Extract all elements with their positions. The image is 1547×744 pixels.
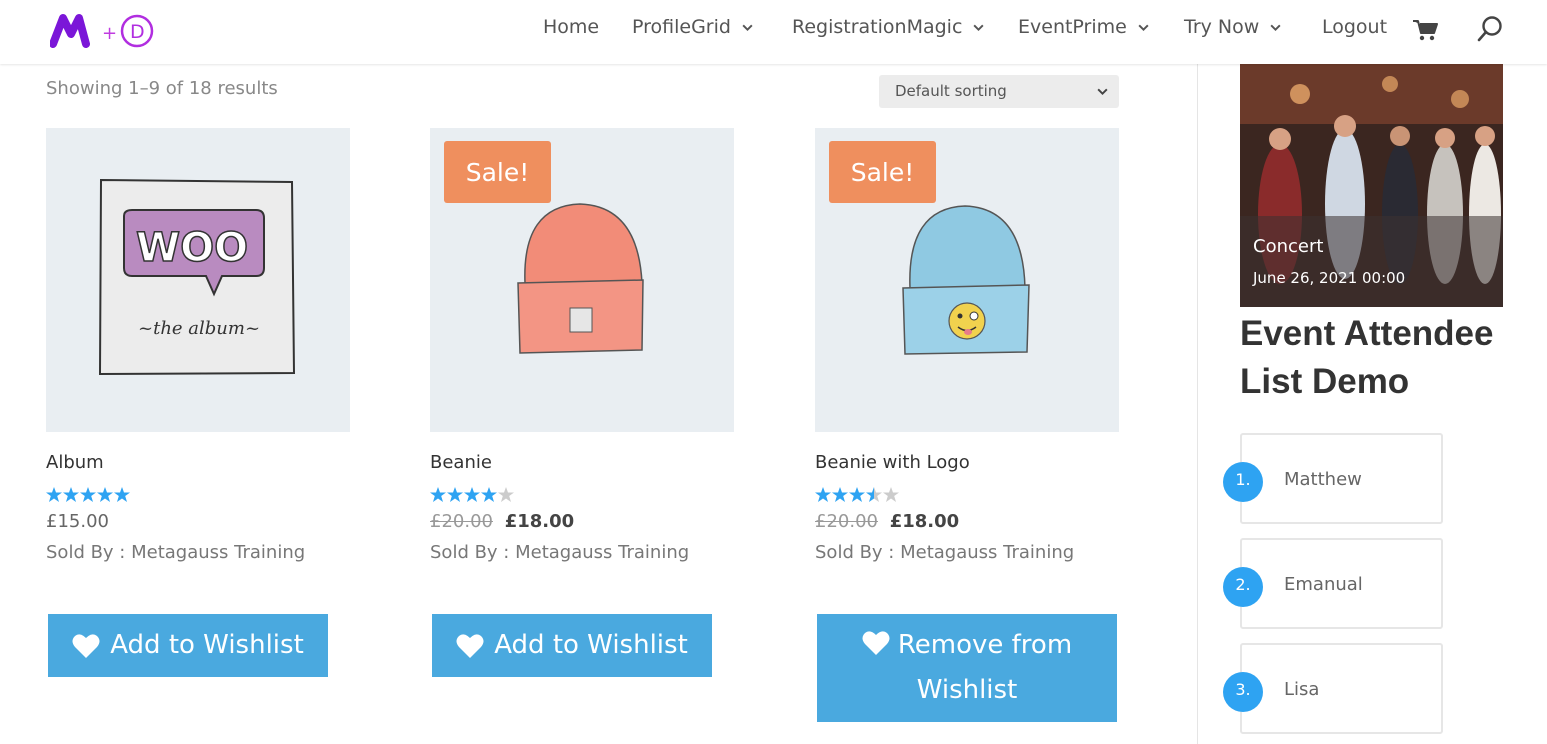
product-title[interactable]: Beanie (430, 452, 734, 473)
product-price: £15.00 (46, 511, 350, 532)
stars-icon (430, 487, 514, 502)
attendee-name: Emanual (1284, 574, 1363, 595)
nav-registrationmagic[interactable]: RegistrationMagic (792, 16, 985, 38)
product-title[interactable]: Album (46, 452, 350, 473)
search-icon[interactable] (1476, 14, 1504, 44)
stars-icon (46, 487, 130, 502)
result-count: Showing 1–9 of 18 results (46, 78, 278, 99)
event-card[interactable]: Concert June 26, 2021 00:00 (1240, 64, 1503, 307)
nav-eventprime[interactable]: EventPrime (1018, 16, 1150, 38)
attendee-name: Matthew (1284, 469, 1362, 490)
heart-icon (72, 633, 100, 658)
svg-text:WOO: WOO (136, 225, 248, 271)
wishlist-label: Add to Wishlist (110, 630, 304, 660)
remove-from-wishlist-button[interactable]: Remove from Wishlist (817, 614, 1117, 722)
sorting-select[interactable]: Default sorting (879, 75, 1119, 108)
product-price: £20.00 £18.00 (815, 511, 1119, 532)
heart-icon (862, 631, 890, 655)
attendee-name: Lisa (1284, 679, 1320, 700)
attendee-number: 3. (1223, 672, 1263, 712)
event-overlay (1240, 216, 1503, 307)
add-to-wishlist-button[interactable]: Add to Wishlist (432, 614, 712, 677)
chevron-down-icon (1138, 24, 1149, 31)
nav-try-now[interactable]: Try Now (1184, 16, 1282, 38)
svg-text:D: D (130, 21, 145, 43)
product-price: £20.00 £18.00 (430, 511, 734, 532)
star-rating (46, 486, 350, 504)
add-to-wishlist-button[interactable]: Add to Wishlist (48, 614, 328, 677)
sold-by: Sold By : Metagauss Training (815, 542, 1075, 563)
price-old: £20.00 (815, 511, 878, 532)
chevron-down-icon (1270, 24, 1281, 31)
sold-by: Sold By : Metagauss Training (430, 542, 690, 563)
star-rating (815, 486, 1119, 504)
nav-profilegrid[interactable]: ProfileGrid (632, 16, 754, 38)
product-card: Sale! Beanie with Logo £20.00 £18.00 Sol… (815, 128, 1119, 563)
nav-label: RegistrationMagic (792, 16, 963, 38)
nav-label: Logout (1322, 16, 1388, 38)
price-current: £15.00 (46, 511, 109, 532)
nav-label: EventPrime (1018, 16, 1127, 38)
price-current: £18.00 (504, 511, 575, 532)
attendee-item[interactable]: 1. Matthew (1223, 433, 1443, 524)
event-name: Concert (1253, 236, 1324, 257)
svg-text:+: + (102, 23, 117, 44)
product-card: Sale! Beanie £20.00 £18.00 Sold By : Met… (430, 128, 734, 563)
site-header: + D Home ProfileGrid RegistrationMagic E… (0, 0, 1547, 64)
product-title[interactable]: Beanie with Logo (815, 452, 1119, 473)
product-image[interactable]: WOO ~the album~ (46, 128, 350, 432)
sorting-selected-value: Default sorting (895, 82, 1007, 100)
wishlist-button-content: Remove from Wishlist (847, 623, 1087, 713)
chevron-down-icon (742, 24, 753, 31)
nav-label: Home (543, 16, 600, 38)
price-old: £20.00 (430, 511, 493, 532)
nav-label: Try Now (1184, 16, 1260, 38)
sale-badge: Sale! (829, 141, 936, 203)
attendee-number: 2. (1223, 567, 1263, 607)
product-card: WOO ~the album~ Album £15.00 Sold By : M… (46, 128, 350, 563)
nav-label: ProfileGrid (632, 16, 731, 38)
price-current: £18.00 (889, 511, 960, 532)
wishlist-label: Add to Wishlist (494, 630, 688, 660)
stars-icon (815, 487, 899, 502)
heart-icon (456, 633, 484, 658)
nav-home[interactable]: Home (543, 16, 599, 38)
attendee-number: 1. (1223, 462, 1263, 502)
cart-icon[interactable] (1412, 18, 1440, 42)
product-image[interactable]: Sale! (815, 128, 1119, 432)
wishlist-label: Remove from Wishlist (897, 630, 1073, 705)
sale-badge: Sale! (444, 141, 551, 203)
album-artwork-image: WOO ~the album~ (98, 178, 296, 376)
attendee-item[interactable]: 2. Emanual (1223, 538, 1443, 629)
sold-by: Sold By : Metagauss Training (46, 542, 306, 563)
star-rating (430, 486, 734, 504)
product-image[interactable]: Sale! (430, 128, 734, 432)
chevron-down-icon (973, 24, 984, 31)
sidebar-divider (1197, 64, 1198, 744)
site-logo[interactable]: + D (50, 12, 160, 50)
svg-text:~the album~: ~the album~ (138, 318, 260, 339)
attendee-item[interactable]: 3. Lisa (1223, 643, 1443, 734)
widget-title: Event Attendee List Demo (1240, 314, 1494, 401)
nav-logout[interactable]: Logout (1322, 16, 1387, 38)
event-date: June 26, 2021 00:00 (1253, 269, 1406, 287)
chevron-down-icon (1097, 88, 1108, 96)
